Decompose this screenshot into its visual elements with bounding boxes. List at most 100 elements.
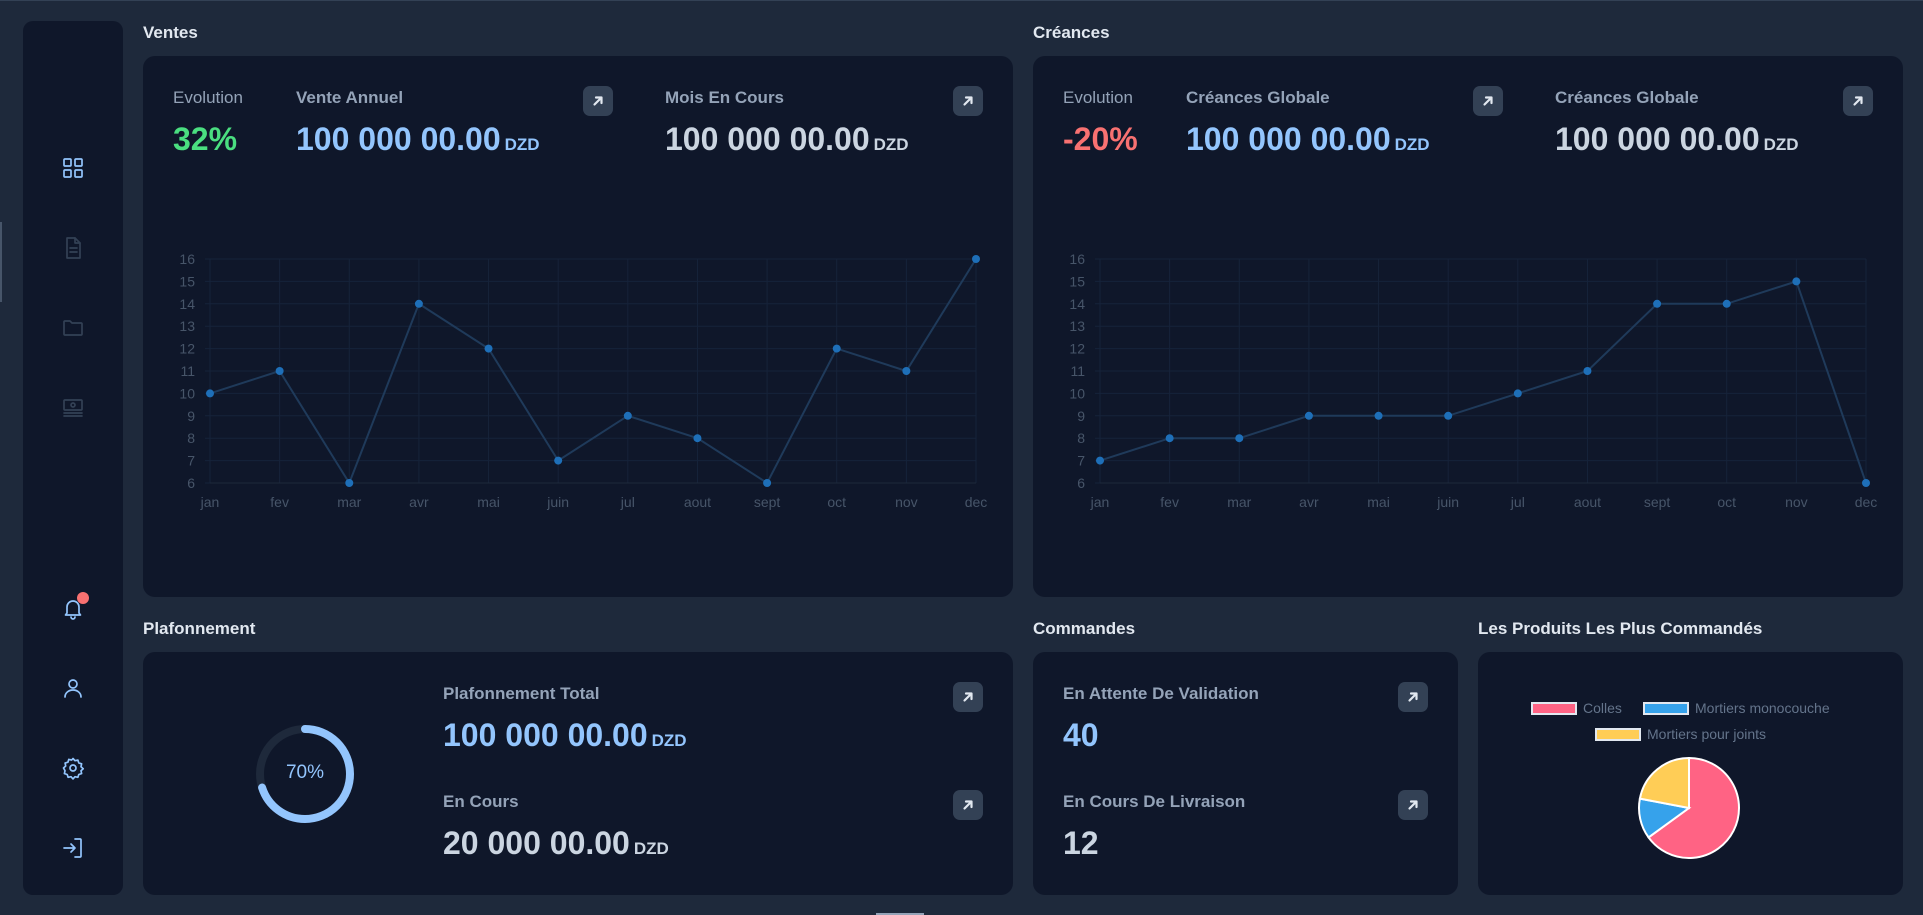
nav-notifications[interactable] [53,588,93,628]
ventes-data-point[interactable] [484,344,493,353]
y-tick-label: 6 [1077,475,1085,491]
ventes-data-point[interactable] [275,367,284,375]
x-tick-label: juin [1436,494,1459,510]
ventes-data-point[interactable] [414,299,423,308]
nav-folders[interactable] [53,308,93,348]
x-tick-label: juin [546,494,569,510]
ventes-card: Evolution 32% Vente Annuel 100 000 00.00… [143,56,1013,597]
commandes-card: En Attente De Validation 40 En Cours De … [1033,652,1458,895]
x-tick-label: mai [1367,494,1390,510]
ventes-data-point[interactable] [554,456,563,465]
creances-data-point[interactable] [1513,389,1522,398]
y-tick-label: 10 [1069,385,1085,401]
x-tick-label: aout [1574,494,1601,510]
currency-label: DZD [633,839,669,858]
open-en-attente-button[interactable] [1398,682,1428,712]
legend-swatch [1531,701,1577,715]
y-tick-label: 16 [179,251,195,267]
legend-item-colles[interactable]: Colles [1531,700,1622,716]
user-icon [64,679,82,698]
en-cours-livraison-label: En Cours De Livraison [1063,792,1246,811]
x-tick-label: avr [1299,494,1319,510]
y-tick-label: 7 [1077,453,1085,469]
arrow-up-right-icon [963,800,973,810]
en-cours-value: 20 000 00.00 DZD [443,825,669,861]
y-tick-label: 15 [179,273,195,289]
creances-data-point[interactable] [1444,411,1453,420]
legend-item-mortiers-monocouche[interactable]: Mortiers monocouche [1643,700,1830,716]
creances-data-point[interactable] [1583,367,1592,375]
currency-label: DZD [651,731,687,750]
en-attente-label: En Attente De Validation [1063,684,1259,703]
open-en-cours-button[interactable] [953,790,983,820]
ventes-data-point[interactable] [693,434,702,443]
dashboard-icon [63,158,83,178]
creances-data-point[interactable] [1722,299,1731,308]
plafonnement-total-label: Plafonnement Total [443,684,600,703]
x-tick-label: mai [477,494,500,510]
nav-dashboard[interactable] [53,148,93,188]
creances-data-point[interactable] [1374,411,1383,420]
x-tick-label: fev [1160,494,1179,510]
arrow-up-right-icon [1408,692,1418,702]
ventes-data-point[interactable] [972,255,980,263]
x-tick-label: mar [337,494,361,510]
x-tick-label: avr [409,494,429,510]
x-tick-label: nov [895,494,918,510]
nav-profile[interactable] [53,668,93,708]
x-tick-label: jul [1510,494,1525,510]
x-tick-label: sept [1644,494,1671,510]
document-icon [66,237,81,259]
nav-settings[interactable] [53,748,93,788]
y-tick-label: 9 [1077,408,1085,424]
produits-card: Colles Mortiers monocouche Mortiers pour… [1478,652,1903,895]
y-tick-label: 15 [1069,273,1085,289]
ventes-data-point[interactable] [345,479,354,487]
nav-documents[interactable] [53,228,93,268]
x-tick-label: jan [1090,494,1110,510]
x-tick-label: oct [1717,494,1736,510]
creances-data-point[interactable] [1096,456,1104,465]
section-title-commandes: Commandes [1033,619,1136,638]
y-tick-label: 9 [187,408,195,424]
x-tick-label: fev [270,494,289,510]
nav-invoices[interactable] [53,388,93,428]
section-title-creances: Créances [1033,23,1110,42]
nav-logout[interactable] [53,828,93,868]
creances-data-point[interactable] [1165,434,1174,443]
y-tick-label: 12 [179,341,195,357]
creances-data-point[interactable] [1304,411,1313,420]
y-tick-label: 10 [179,385,195,401]
y-tick-label: 13 [179,318,195,334]
creances-data-point[interactable] [1862,479,1870,487]
creances-series-line [1099,280,1867,484]
creances-data-point[interactable] [1235,434,1244,443]
plafonnement-card: 70% Plafonnement Total 100 000 00.00 DZD … [143,652,1013,895]
x-tick-label: jul [620,494,635,510]
ventes-data-point[interactable] [206,389,214,398]
legend-item-mortiers-joints[interactable]: Mortiers pour joints [1595,726,1766,742]
ventes-grid [205,258,977,484]
sidebar [23,21,123,895]
creances-grid [1095,258,1867,484]
y-tick-label: 11 [1070,363,1085,379]
creances-card: Evolution -20% Créances Globale 100 000 … [1033,56,1903,597]
section-title-plafonnement: Plafonnement [143,619,256,638]
invoice-icon [63,399,83,417]
legend-label: Mortiers pour joints [1647,726,1767,742]
plafonnement-total-value: 100 000 00.00 DZD [443,717,687,753]
pie-slice-mortiers-pour-joints[interactable] [1638,756,1690,810]
ventes-data-point[interactable] [763,479,772,487]
ventes-data-point[interactable] [832,344,841,353]
produits-pie-chart [1638,756,1740,859]
open-plafonnement-total-button[interactable] [953,682,983,712]
y-tick-label: 14 [1069,296,1085,312]
ventes-data-point[interactable] [623,411,632,420]
y-tick-label: 16 [1069,251,1085,267]
creances-data-point[interactable] [1653,299,1662,308]
en-attente-value: 40 [1063,717,1099,753]
creances-data-point[interactable] [1792,277,1801,286]
y-tick-label: 14 [179,296,195,312]
ventes-data-point[interactable] [902,367,911,375]
open-en-cours-livraison-button[interactable] [1398,790,1428,820]
